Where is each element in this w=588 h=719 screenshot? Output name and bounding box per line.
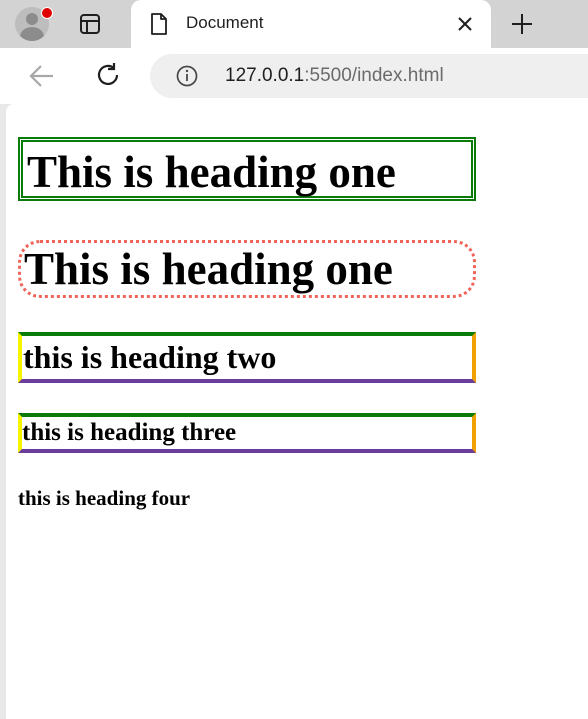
plus-icon[interactable] — [510, 12, 534, 36]
heading-four: this is heading four — [18, 486, 191, 510]
heading-one-double-border: This is heading one — [18, 137, 476, 201]
heading-two: this is heading two — [18, 332, 476, 383]
heading-three: this is heading three — [18, 413, 476, 453]
url-text[interactable]: 127.0.0.1:5500/index.html — [225, 65, 444, 87]
heading-one-dotted-border: This is heading one — [18, 240, 476, 298]
info-icon[interactable] — [176, 65, 198, 87]
close-icon[interactable] — [456, 15, 474, 33]
tab-actions-icon[interactable] — [79, 13, 101, 35]
back-arrow-icon[interactable] — [28, 63, 56, 89]
profile-notification-badge — [41, 7, 53, 19]
tab-strip: Document — [0, 0, 588, 48]
avatar-body — [20, 27, 44, 41]
avatar-head — [26, 13, 38, 25]
url-host: 127.0.0.1 — [225, 65, 305, 86]
active-tab[interactable]: Document — [131, 0, 491, 48]
page-viewport: This is heading one This is heading one … — [6, 104, 588, 719]
browser-toolbar: 127.0.0.1:5500/index.html — [0, 48, 588, 104]
address-bar[interactable]: 127.0.0.1:5500/index.html — [150, 54, 588, 98]
url-path: :5500/index.html — [304, 65, 444, 86]
reload-icon[interactable] — [94, 61, 122, 89]
document-icon — [151, 13, 167, 35]
tab-title: Document — [186, 13, 264, 32]
